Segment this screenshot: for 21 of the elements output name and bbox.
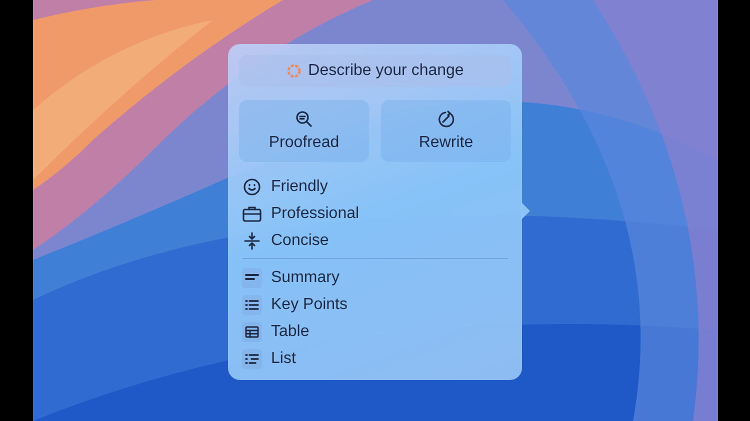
magnifier-icon bbox=[295, 110, 313, 128]
sparkle-ring-icon bbox=[286, 63, 302, 80]
menu-item[interactable]: List bbox=[239, 345, 511, 372]
briefcase-icon bbox=[242, 204, 262, 223]
popover-pointer bbox=[521, 202, 530, 220]
action-button[interactable]: Proofread bbox=[239, 100, 369, 162]
menu-item[interactable]: Table bbox=[239, 318, 511, 345]
bullet-list-icon bbox=[245, 298, 259, 310]
smiley-icon bbox=[243, 178, 261, 196]
describe-change-button[interactable]: Describe your change bbox=[239, 55, 511, 88]
summary-icon bbox=[245, 272, 259, 282]
menu-item[interactable]: Summary bbox=[239, 264, 511, 291]
table-icon bbox=[245, 326, 259, 338]
menu-item[interactable]: Professional bbox=[239, 200, 511, 228]
menu-item[interactable]: Concise bbox=[239, 227, 511, 254]
action-button[interactable]: Rewrite bbox=[381, 100, 511, 162]
menu-item[interactable]: Key Points bbox=[239, 291, 511, 318]
compress-icon bbox=[243, 232, 261, 250]
rewrite-icon bbox=[437, 110, 455, 128]
list-icon bbox=[245, 352, 259, 364]
menu-item[interactable]: Friendly bbox=[239, 173, 511, 200]
